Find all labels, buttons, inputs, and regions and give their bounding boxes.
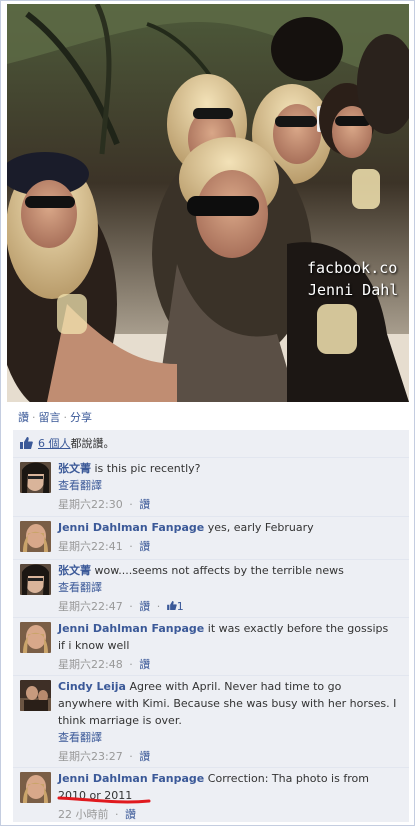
comment-link[interactable]: 留言 [39, 411, 61, 424]
comment-author[interactable]: Jenni Dahlman Fanpage [58, 772, 204, 785]
comment-timestamp: 星期六22:41 [58, 540, 123, 553]
comment-text-line1: Correction: Tha photo is from [207, 772, 369, 785]
comment-item: 张文菁 wow....seems not affects by the terr… [13, 560, 409, 618]
like-link[interactable]: 讚 [18, 411, 29, 424]
comment-text: is this pic recently? [94, 462, 201, 475]
comment-like-link[interactable]: 讚 [139, 600, 150, 613]
avatar[interactable] [20, 521, 51, 552]
like-count-number: 1 [176, 600, 184, 613]
post-photo[interactable]: facbook.co Jenni Dahl [7, 4, 409, 402]
likes-summary: 6 個人都說讚。 [13, 430, 409, 458]
comment-timestamp: 星期六22:48 [58, 658, 123, 671]
see-translation-link[interactable]: 查看翻譯 [58, 477, 403, 494]
red-underline-annotation [57, 796, 151, 804]
comment-item: Cindy Leija Agree with April. Never had … [13, 676, 409, 768]
comment-like-link[interactable]: 讚 [139, 658, 150, 671]
comment-author[interactable]: Jenni Dahlman Fanpage [58, 622, 204, 635]
comment-text: yes, early February [207, 521, 314, 534]
comment-timestamp: 星期六22:47 [58, 600, 123, 613]
comment-text-line1: Agree with April. Never had time to go [129, 680, 342, 693]
comment-like-link[interactable]: 讚 [139, 750, 150, 763]
avatar[interactable] [20, 680, 51, 711]
comment-item: 张文菁 is this pic recently? 查看翻譯 星期六22:30 … [13, 458, 409, 517]
avatar[interactable] [20, 564, 51, 595]
comment-like-link[interactable]: 讚 [139, 540, 150, 553]
comment-author[interactable]: 张文菁 [58, 462, 91, 475]
comment-text-line1: it was exactly before the gossips [207, 622, 389, 635]
avatar[interactable] [20, 462, 51, 493]
avatar[interactable] [20, 622, 51, 653]
comment-text-line3: think marriage is over. [58, 714, 182, 727]
comment-text-line2: anywhere with Kimi. Because she was busy… [58, 697, 397, 710]
photo-watermark-line1: facbook.co [307, 259, 398, 277]
comment-timestamp: 星期六23:27 [58, 750, 123, 763]
comment-text: wow....seems not affects by the terrible… [94, 564, 344, 577]
see-translation-link[interactable]: 查看翻譯 [58, 729, 403, 746]
comment-item: Jenni Dahlman Fanpage yes, early Februar… [13, 517, 409, 560]
photo-watermark-line2: Jenni Dahl [308, 281, 399, 299]
avatar[interactable] [20, 772, 51, 803]
comment-like-link[interactable]: 讚 [139, 498, 150, 511]
comment-like-count[interactable]: 1 [166, 600, 184, 613]
thumbs-up-icon [20, 437, 33, 452]
likes-suffix: 都說讚。 [70, 437, 115, 450]
comment-feed: 6 個人都說讚。 张文菁 is this pic recently? 查看翻譯 … [13, 430, 409, 822]
comment-timestamp: 22 小時前 [58, 808, 109, 821]
see-translation-link[interactable]: 查看翻譯 [58, 579, 403, 596]
post-actions: 讚 · 留言 · 分享 [18, 409, 92, 425]
comment-item: Jenni Dahlman Fanpage it was exactly bef… [13, 618, 409, 676]
comment-timestamp: 星期六22:30 [58, 498, 123, 511]
group-photo-image [7, 4, 409, 402]
comment-author[interactable]: Jenni Dahlman Fanpage [58, 521, 204, 534]
comment-like-link[interactable]: 讚 [125, 808, 136, 821]
likes-count-link[interactable]: 6 個人 [38, 437, 71, 450]
comment-text-line2: if i know well [58, 639, 130, 652]
thumbs-up-icon [166, 601, 177, 610]
comment-author[interactable]: 张文菁 [58, 564, 91, 577]
separator: · [63, 411, 68, 424]
comment-author[interactable]: Cindy Leija [58, 680, 126, 693]
separator: · [32, 411, 36, 424]
share-link[interactable]: 分享 [70, 411, 92, 424]
